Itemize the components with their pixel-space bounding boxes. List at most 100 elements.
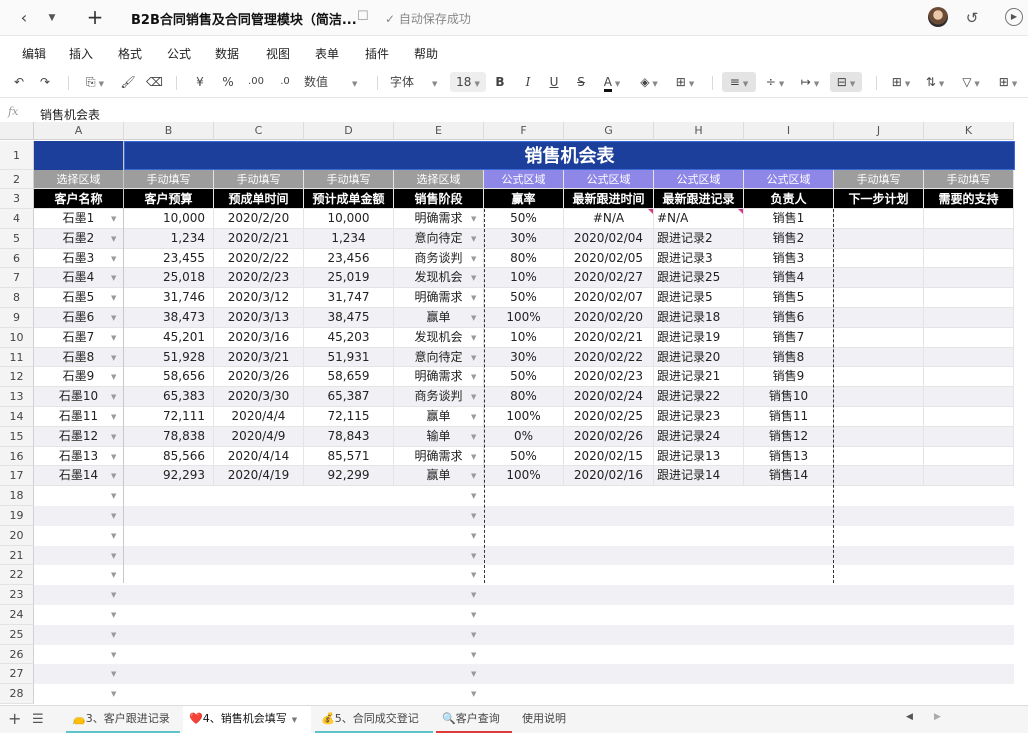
table-cell[interactable]: 2020/3/26 (214, 367, 304, 388)
header-cell-k[interactable]: 需要的支持 (924, 189, 1014, 209)
table-cell[interactable]: 销售3 (744, 248, 834, 269)
underline-button[interactable]: U (547, 72, 561, 92)
dropdown-arrow-icon[interactable]: ▼ (471, 453, 476, 461)
dropdown-arrow-icon[interactable]: ▼ (471, 274, 476, 282)
table-cell[interactable]: 销售14 (744, 466, 834, 487)
table-cell[interactable]: 38,475 (304, 308, 394, 328)
dropdown-arrow-icon[interactable]: ▼ (111, 571, 116, 579)
table-cell[interactable]: 跟进记录19 (654, 327, 744, 348)
table-cell[interactable]: 50% (484, 367, 564, 388)
dropdown-arrow-icon[interactable]: ▼ (471, 492, 476, 500)
table-cell[interactable]: 78,838 (124, 426, 214, 447)
row-header-5[interactable]: 5 (0, 228, 34, 249)
type-cell-j[interactable]: 手动填写 (834, 170, 924, 189)
header-cell-b[interactable]: 客户预算 (124, 189, 214, 209)
table-cell-empty[interactable] (924, 367, 1014, 388)
table-cell[interactable]: 跟进记录13 (654, 446, 744, 467)
dropdown-arrow-icon[interactable]: ▼ (471, 651, 476, 659)
dropdown-arrow-icon[interactable]: ▼ (111, 552, 116, 560)
table-cell-empty[interactable] (834, 248, 924, 269)
column-header-h[interactable]: H (654, 122, 744, 140)
table-cell-empty[interactable] (834, 407, 924, 427)
dropdown-arrow-icon[interactable]: ▼ (471, 690, 476, 698)
table-cell[interactable]: 2020/02/26 (564, 426, 654, 447)
table-cell[interactable]: 2020/2/22 (214, 248, 304, 269)
table-cell[interactable]: 2020/02/07 (564, 288, 654, 308)
dropdown-arrow-icon[interactable]: ▼ (111, 670, 116, 678)
table-cell[interactable]: 1,234 (304, 228, 394, 249)
type-cell-i[interactable]: 公式区域 (744, 170, 834, 189)
dropdown-arrow-icon[interactable]: ▼ (471, 611, 476, 619)
table-cell[interactable]: 跟进记录5 (654, 288, 744, 308)
font-size-select[interactable]: 18 ▼ (450, 72, 486, 92)
align-vertical-icon[interactable]: ÷ ▼ (762, 72, 788, 92)
dropdown-arrow-icon[interactable]: ▼ (111, 631, 116, 639)
table-cell[interactable]: 跟进记录2 (654, 228, 744, 249)
row-header-12[interactable]: 12 (0, 367, 34, 388)
row-header-20[interactable]: 20 (0, 525, 34, 546)
dropdown-arrow-icon[interactable]: ▼ (471, 413, 476, 421)
dropdown-arrow-icon[interactable]: ▼ (471, 472, 476, 480)
table-cell-empty[interactable] (924, 248, 1014, 269)
table-cell[interactable]: 45,203 (304, 327, 394, 348)
table-cell[interactable]: 23,455 (124, 248, 214, 269)
table-cell[interactable]: 2020/3/21 (214, 347, 304, 368)
redo-icon[interactable]: ↷ (36, 72, 54, 92)
table-cell[interactable]: 85,571 (304, 446, 394, 467)
menu-item-5[interactable]: 视图 (266, 45, 290, 62)
column-header-i[interactable]: I (744, 122, 834, 140)
dropdown-arrow-icon[interactable]: ▼ (471, 294, 476, 302)
table-cell[interactable]: 2020/4/19 (214, 466, 304, 487)
row-header-3[interactable]: 3 (0, 189, 34, 209)
table-cell-empty[interactable] (834, 446, 924, 467)
dropdown-arrow-icon[interactable]: ▼ (111, 472, 116, 480)
row-header-2[interactable]: 2 (0, 170, 34, 189)
dropdown-arrow-icon[interactable]: ▼ (111, 651, 116, 659)
table-cell[interactable]: 92,293 (124, 466, 214, 487)
column-header-j[interactable]: J (834, 122, 924, 140)
table-cell[interactable]: 2020/02/25 (564, 407, 654, 427)
history-icon[interactable]: ↺ (962, 8, 982, 28)
dropdown-arrow-icon[interactable]: ▼ (111, 274, 116, 282)
table-cell[interactable]: 45,201 (124, 327, 214, 348)
table-cell-empty[interactable] (924, 407, 1014, 427)
sheet-tab-0[interactable]: 👝3、客户跟进记录 (66, 706, 180, 733)
table-cell[interactable]: 10,000 (124, 209, 214, 229)
dropdown-arrow-icon[interactable]: ▼ (111, 591, 116, 599)
table-cell[interactable]: #N/A (654, 209, 744, 229)
table-cell[interactable]: 跟进记录20 (654, 347, 744, 368)
table-cell[interactable]: 30% (484, 347, 564, 368)
dropdown-arrow-icon[interactable]: ▼ (111, 453, 116, 461)
font-family-select[interactable]: 字体 ▼ (390, 72, 444, 92)
add-sheet-icon[interactable]: + (8, 710, 21, 728)
row-header-21[interactable]: 21 (0, 545, 34, 566)
row-header-16[interactable]: 16 (0, 446, 34, 467)
table-cell[interactable]: 销售5 (744, 288, 834, 308)
column-header-c[interactable]: C (214, 122, 304, 140)
column-header-a[interactable]: A (34, 122, 124, 140)
table-cell-empty[interactable] (924, 426, 1014, 447)
dropdown-arrow-icon[interactable]: ▼ (111, 373, 116, 381)
paste-icon[interactable]: ⎘ ▼ (82, 72, 108, 92)
row-header-4[interactable]: 4 (0, 209, 34, 229)
sheet-title[interactable]: 销售机会表 (124, 141, 1015, 170)
table-cell[interactable]: 50% (484, 288, 564, 308)
dropdown-arrow-icon[interactable]: ▼ (471, 354, 476, 362)
more-icon[interactable]: ▶ (1005, 8, 1023, 26)
menu-item-8[interactable]: 帮助 (414, 45, 438, 62)
table-cell[interactable]: 31,746 (124, 288, 214, 308)
table-cell[interactable]: 2020/02/23 (564, 367, 654, 388)
strikethrough-button[interactable]: S (574, 72, 588, 92)
dropdown-arrow-icon[interactable]: ▼ (111, 334, 116, 342)
table-cell[interactable]: 100% (484, 466, 564, 487)
type-cell-g[interactable]: 公式区域 (564, 170, 654, 189)
table-cell[interactable]: 跟进记录23 (654, 407, 744, 427)
back-icon[interactable]: ‹ (14, 8, 34, 28)
table-cell[interactable]: 跟进记录18 (654, 308, 744, 328)
table-cell-empty[interactable] (924, 228, 1014, 249)
table-cell[interactable]: 100% (484, 407, 564, 427)
dropdown-arrow-icon[interactable]: ▼ (471, 571, 476, 579)
table-cell[interactable]: 50% (484, 209, 564, 229)
table-cell[interactable]: 30% (484, 228, 564, 249)
dropdown-arrow-icon[interactable]: ▼ (111, 413, 116, 421)
